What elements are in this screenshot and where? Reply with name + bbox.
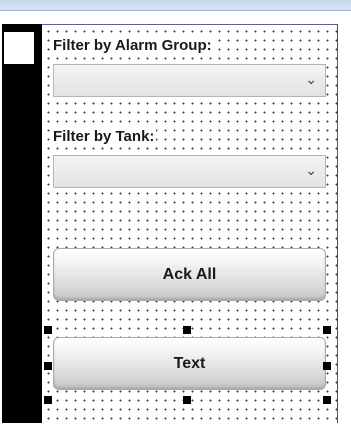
- resize-handle-bottom-left[interactable]: [44, 396, 52, 404]
- resize-handle-middle-right[interactable]: [323, 362, 331, 370]
- tank-label: Filter by Tank:: [51, 128, 157, 146]
- ack-all-button[interactable]: Ack All: [53, 248, 326, 301]
- left-panel: [2, 24, 42, 423]
- resize-handle-top-center[interactable]: [183, 326, 191, 334]
- alarm-group-label: Filter by Alarm Group:: [51, 37, 214, 55]
- left-panel-field: [4, 32, 34, 64]
- resize-handle-bottom-center[interactable]: [183, 396, 191, 404]
- text-button[interactable]: Text: [53, 337, 326, 390]
- chevron-down-icon: ⌄: [305, 71, 317, 87]
- alarm-group-dropdown[interactable]: ⌄: [53, 64, 326, 97]
- chevron-down-icon: ⌄: [305, 162, 317, 178]
- canvas-right-border: [337, 24, 338, 423]
- resize-handle-top-right[interactable]: [323, 326, 331, 334]
- resize-handle-bottom-right[interactable]: [323, 396, 331, 404]
- resize-handle-top-left[interactable]: [44, 326, 52, 334]
- window-title-strip: [0, 0, 351, 11]
- tank-dropdown[interactable]: ⌄: [53, 155, 326, 188]
- resize-handle-middle-left[interactable]: [44, 362, 52, 370]
